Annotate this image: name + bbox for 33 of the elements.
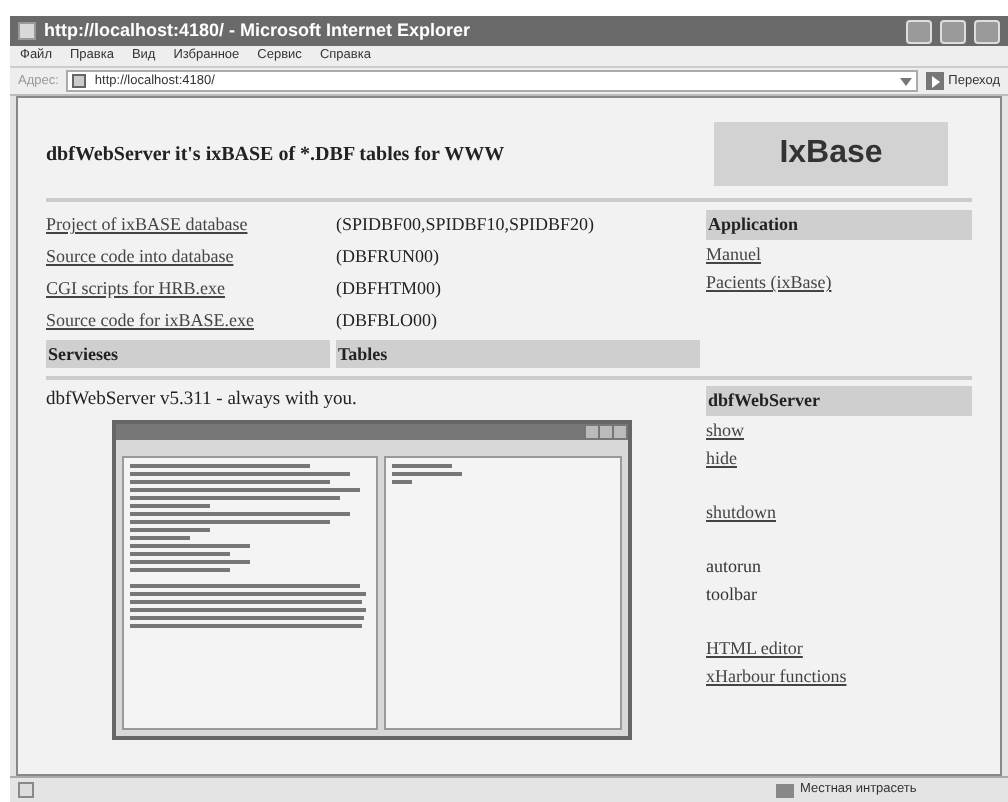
- minimize-button[interactable]: [906, 19, 932, 43]
- link[interactable]: Manuel: [706, 240, 761, 268]
- window-title: http://localhost:4180/ - Microsoft Internet Explorer: [44, 17, 473, 44]
- close-button[interactable]: [974, 19, 1000, 43]
- module-code: (DBFHTM00): [336, 276, 442, 303]
- arrow-icon: [926, 72, 945, 90]
- tagline: dbfWebServer v5.311 - always with you.: [46, 388, 359, 414]
- logo: IxBase: [714, 122, 948, 186]
- link[interactable]: HTML editor: [706, 634, 803, 662]
- network-icon: [776, 783, 794, 797]
- module-code: (SPIDBF00,SPIDBF10,SPIDBF20): [336, 212, 595, 239]
- page-icon: [72, 74, 87, 88]
- section-header: Application: [706, 210, 972, 240]
- link[interactable]: Project of ixBASE database: [46, 212, 336, 240]
- menu-text: autorun: [706, 554, 761, 580]
- section-header: Tables: [336, 340, 700, 368]
- link[interactable]: shutdown: [706, 498, 777, 526]
- link[interactable]: hide: [706, 444, 737, 472]
- link[interactable]: Source code for ixBASE.exe: [46, 308, 336, 336]
- link[interactable]: Source code into database: [46, 244, 336, 272]
- page-heading: dbfWebServer it's ixBASE of *.DBF tables for WWW: [46, 141, 505, 169]
- link[interactable]: show: [706, 416, 745, 444]
- module-code: (DBFBLO00): [336, 308, 438, 335]
- link[interactable]: xHarbour functions: [706, 662, 847, 690]
- dropdown-icon[interactable]: [900, 77, 913, 85]
- maximize-button[interactable]: [940, 19, 966, 43]
- menu-text: toolbar: [706, 582, 757, 608]
- link[interactable]: Pacients (ixBase): [706, 268, 832, 296]
- module-code: (DBFRUN00): [336, 244, 440, 271]
- link[interactable]: CGI scripts for HRB.exe: [46, 276, 336, 304]
- section-header: dbfWebServer: [706, 386, 972, 416]
- section-header: Servieses: [46, 340, 330, 368]
- browser-icon: [18, 22, 36, 40]
